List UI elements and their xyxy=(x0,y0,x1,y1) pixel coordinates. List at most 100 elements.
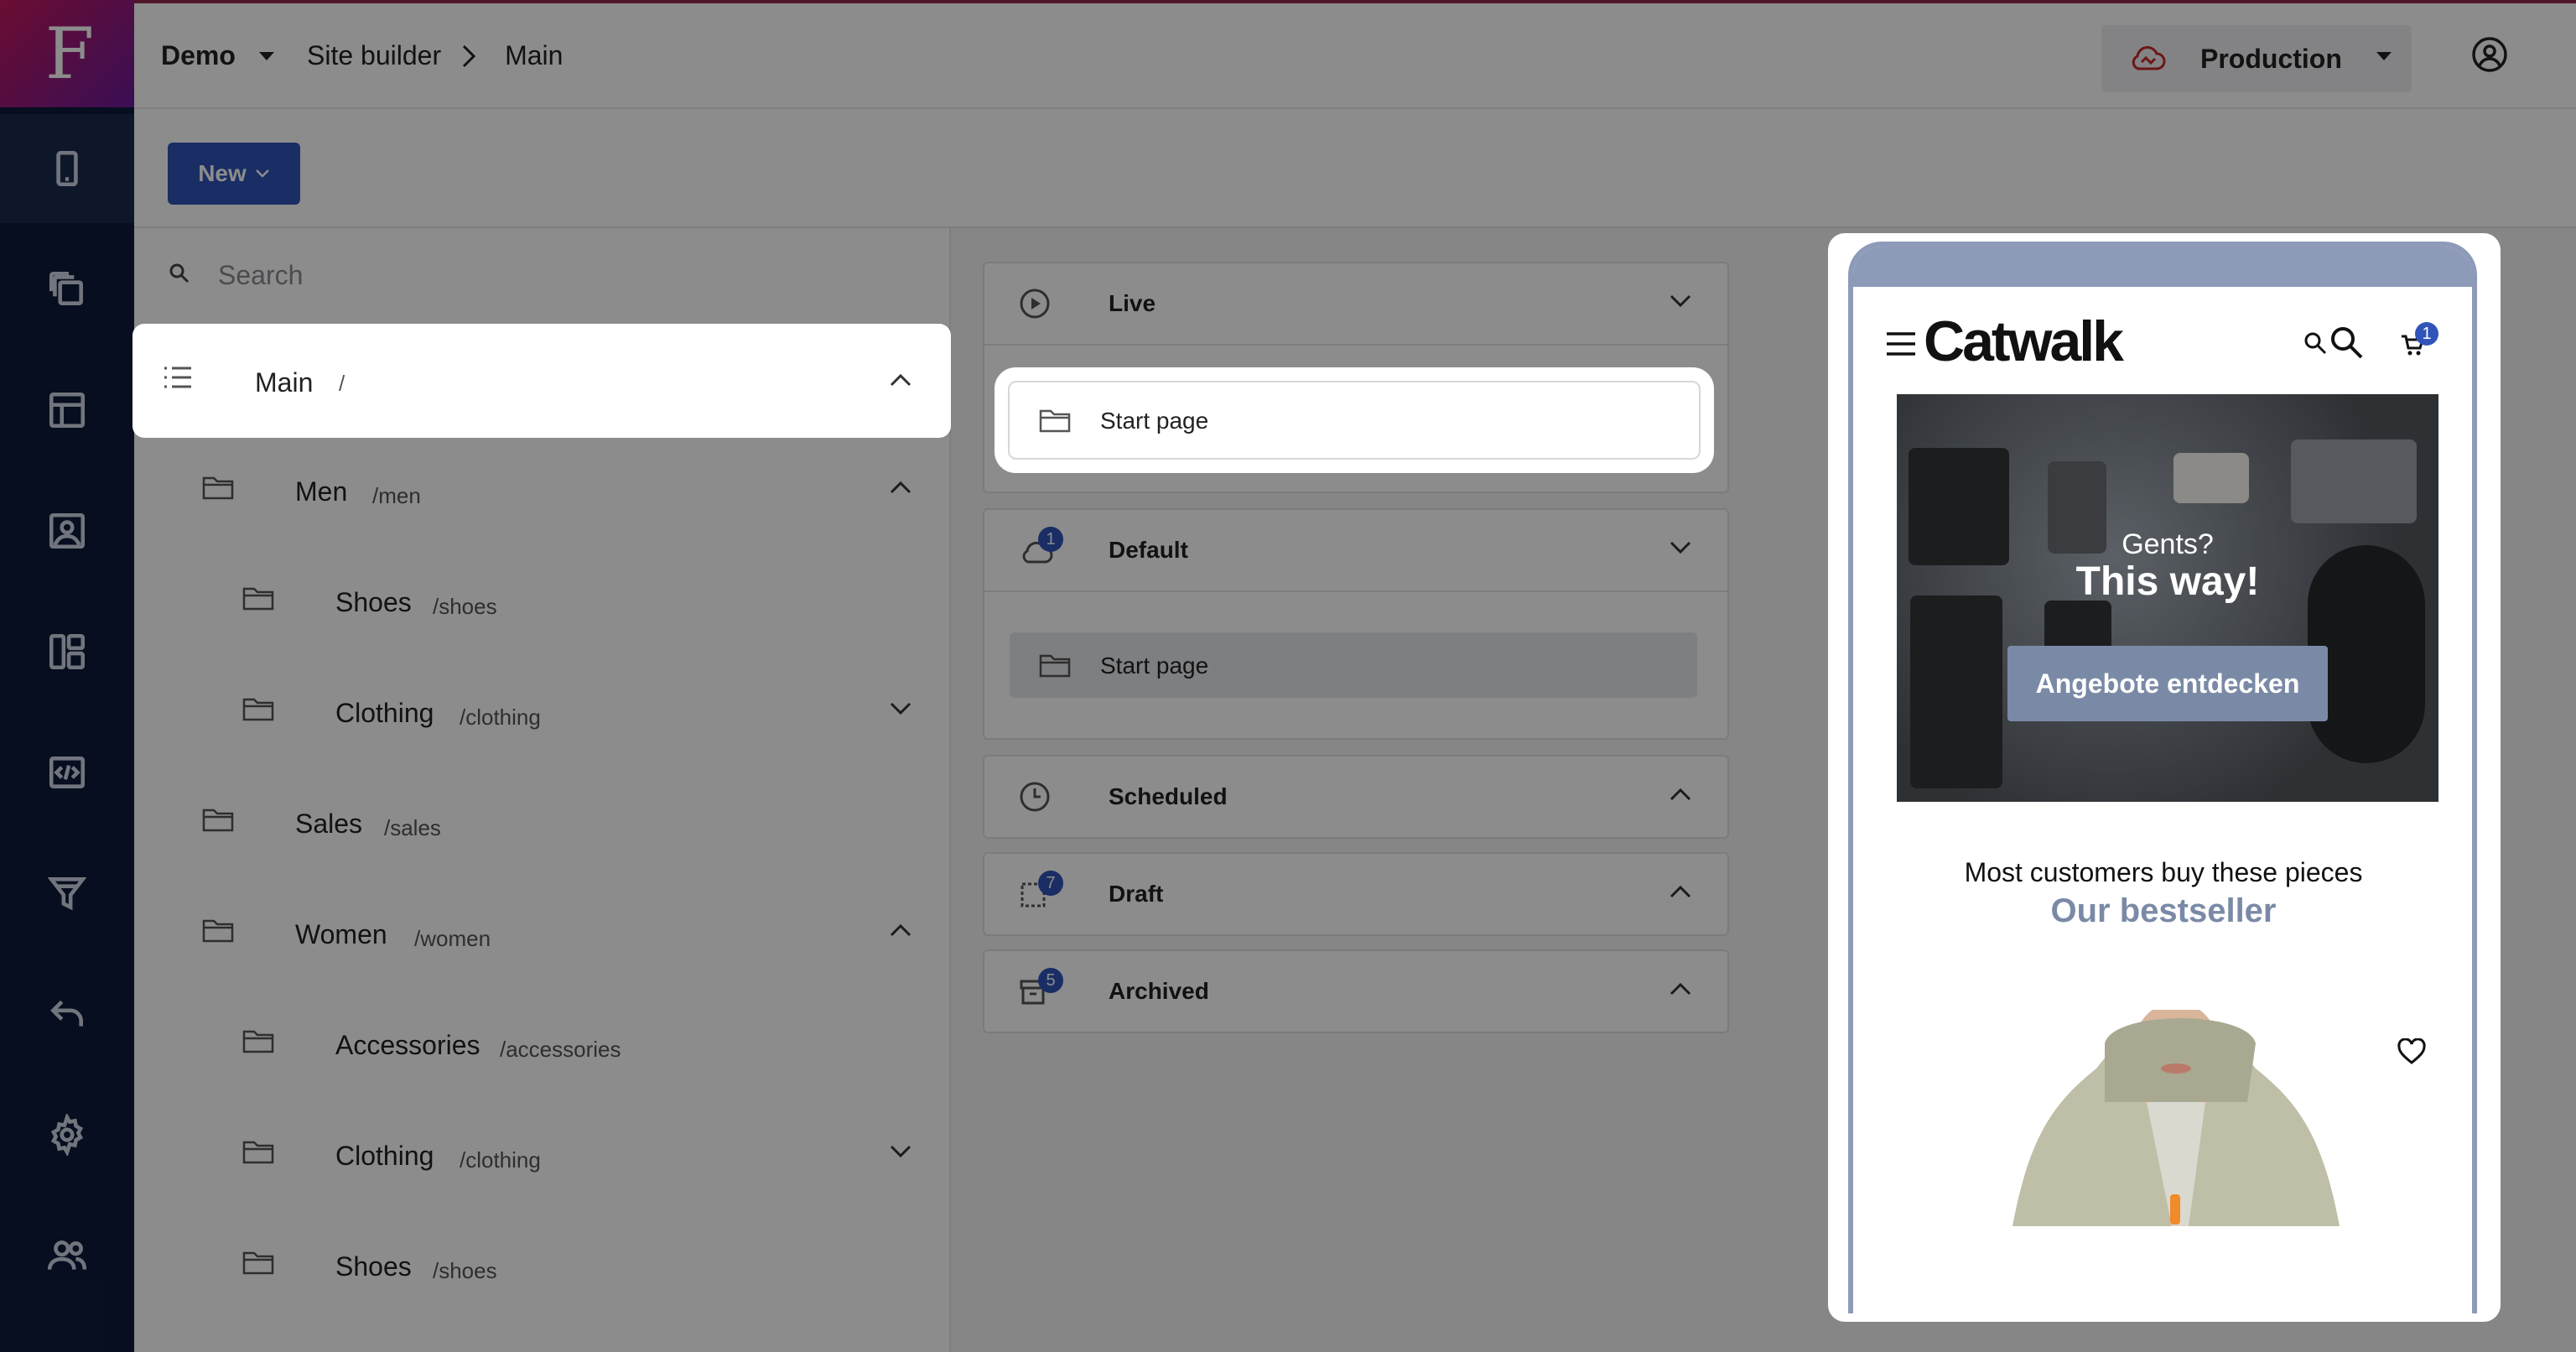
tree-node-women[interactable]: Women /women xyxy=(134,881,951,990)
folder-icon xyxy=(202,809,234,832)
cloud-icon xyxy=(2132,46,2166,70)
tree-node-sales[interactable]: Sales /sales xyxy=(134,770,951,879)
tree-node-path: /shoes xyxy=(433,1258,497,1283)
cart-count-badge: 1 xyxy=(2415,322,2438,346)
mobile-icon xyxy=(56,150,78,187)
version-header-default[interactable]: 1 Default xyxy=(984,510,1727,590)
chevron-up-icon[interactable] xyxy=(889,480,912,495)
live-start-page[interactable]: Start page xyxy=(1008,381,1701,460)
icon-rail: F xyxy=(0,0,134,1352)
breadcrumb-site-builder[interactable]: Site builder xyxy=(307,40,441,71)
environment-selector[interactable]: Production xyxy=(2101,25,2412,92)
version-title: Live xyxy=(1109,290,1156,316)
tree-node-path: /shoes xyxy=(433,594,497,619)
chevron-down-icon[interactable] xyxy=(889,701,912,716)
page-name: Start page xyxy=(1100,408,1209,434)
pages-icon xyxy=(49,271,83,305)
rail-item-users[interactable] xyxy=(0,1201,134,1310)
tree-node-name: Shoes xyxy=(335,1251,412,1282)
app-logo[interactable]: F xyxy=(0,0,134,107)
search-icon[interactable] xyxy=(2328,324,2365,361)
rail-item-code[interactable] xyxy=(0,718,134,827)
project-switcher[interactable]: Demo xyxy=(161,40,276,71)
folder-icon xyxy=(202,476,234,500)
page-preview: Catwalk 1 Gents? This way! Angebote entd… xyxy=(1828,233,2501,1322)
chevron-up-icon xyxy=(1670,982,1691,996)
tree-node-path: /men xyxy=(372,483,421,508)
hero-cta-button[interactable]: Angebote entdecken xyxy=(2007,646,2328,721)
search-icon[interactable] xyxy=(2303,330,2328,356)
rail-item-layout[interactable] xyxy=(0,356,134,465)
phone-frame: Catwalk 1 Gents? This way! Angebote entd… xyxy=(1848,242,2477,1313)
tree-node-name: Clothing xyxy=(335,698,434,728)
chevron-down-icon xyxy=(1670,294,1691,308)
rail-item-dashboard[interactable] xyxy=(0,597,134,706)
product-image[interactable] xyxy=(1979,1010,2365,1226)
folder-icon xyxy=(242,698,274,721)
divider xyxy=(984,590,1727,592)
chevron-up-icon xyxy=(1670,885,1691,898)
chevron-down-icon xyxy=(255,169,269,178)
user-menu-button[interactable] xyxy=(2470,35,2509,78)
divider xyxy=(984,344,1727,346)
version-title: Archived xyxy=(1109,978,1209,1004)
default-count-badge: 1 xyxy=(1038,527,1063,552)
tree-node-women-clothing[interactable]: Clothing /clothing xyxy=(134,1102,951,1211)
default-start-page[interactable]: Start page xyxy=(1010,632,1697,698)
version-title: Draft xyxy=(1109,881,1164,907)
version-header-live[interactable]: Live xyxy=(984,263,1727,344)
rail-item-pages[interactable] xyxy=(0,235,134,344)
layout-icon xyxy=(49,392,86,429)
breadcrumb: Site builder Main xyxy=(307,40,563,71)
tree-node-women-accessories[interactable]: Accessories /accessories xyxy=(134,991,951,1100)
chevron-down-icon[interactable] xyxy=(889,1144,912,1159)
heart-icon[interactable] xyxy=(2397,1038,2427,1065)
tree-node-men-shoes[interactable]: Shoes /shoes xyxy=(134,549,951,658)
tree-node-main[interactable]: Main / xyxy=(134,325,949,436)
rail-item-settings[interactable] xyxy=(0,1080,134,1189)
tree-node-path: /women xyxy=(414,926,491,951)
new-button[interactable]: New xyxy=(168,143,300,205)
folder-icon xyxy=(1039,409,1071,433)
folder-icon xyxy=(202,919,234,943)
version-group-default: 1 Default Start page xyxy=(983,508,1729,740)
environment-label: Production xyxy=(2200,44,2342,74)
tree-node-women-shoes[interactable]: Shoes /shoes xyxy=(134,1213,951,1322)
tree-node-name: Main xyxy=(255,367,314,398)
tree-node-path: /sales xyxy=(384,815,441,840)
tree-node-men[interactable]: Men /men xyxy=(134,438,951,547)
version-header-scheduled[interactable]: Scheduled xyxy=(984,757,1727,837)
tree-node-name: Sales xyxy=(295,809,363,839)
dashboard-icon xyxy=(49,633,86,670)
version-group-scheduled: Scheduled xyxy=(983,755,1729,839)
search-input[interactable] xyxy=(218,252,906,299)
play-circle-icon xyxy=(1020,289,1050,319)
chevron-up-icon[interactable] xyxy=(889,923,912,938)
version-header-draft[interactable]: 7 Draft xyxy=(984,854,1727,934)
rail-item-devices[interactable] xyxy=(0,114,134,223)
rail-item-media[interactable] xyxy=(0,476,134,585)
list-icon xyxy=(164,367,191,388)
clock-icon xyxy=(1020,782,1050,812)
tree-node-name: Women xyxy=(295,919,387,949)
version-group-draft: 7 Draft xyxy=(983,852,1729,936)
toolbar: New xyxy=(134,109,2576,228)
version-header-archived[interactable]: 5 Archived xyxy=(984,951,1727,1032)
bestseller-title: Our bestseller xyxy=(2050,892,2277,929)
chevron-up-icon[interactable] xyxy=(889,372,912,387)
rail-item-filter[interactable] xyxy=(0,839,134,948)
logo-letter: F xyxy=(44,13,94,95)
tree-node-men-clothing[interactable]: Clothing /clothing xyxy=(134,659,951,768)
page-name: Start page xyxy=(1100,653,1209,679)
hero-line-1: Gents? xyxy=(2122,528,2214,560)
user-circle-icon xyxy=(2472,37,2507,72)
hamburger-icon[interactable] xyxy=(1885,330,1917,357)
chevron-up-icon xyxy=(1670,788,1691,801)
shop-brand-logo[interactable]: Catwalk xyxy=(1924,309,2124,374)
tree-search xyxy=(134,228,951,320)
rail-item-undo[interactable] xyxy=(0,959,134,1069)
tree-node-path: /clothing xyxy=(460,705,541,730)
top-bar: Demo Site builder Main Production xyxy=(134,0,2576,109)
hero-photo-case xyxy=(2291,439,2417,523)
gear-icon xyxy=(50,1114,84,1156)
